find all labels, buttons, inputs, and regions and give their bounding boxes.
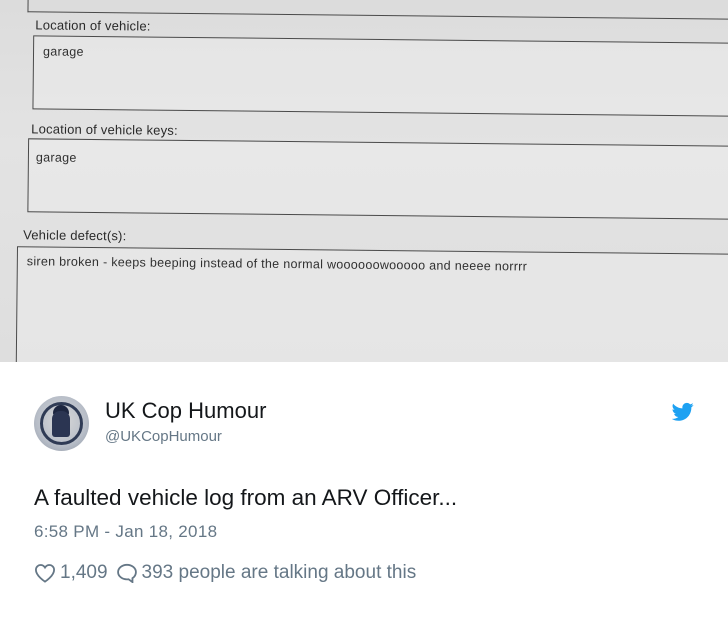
tweet-card: UK Cop Humour @UKCopHumour A faulted veh… — [0, 362, 728, 617]
talking-count-text[interactable]: 393 people are talking about this — [142, 562, 417, 584]
location-label: Location of vehicle: — [35, 17, 151, 34]
engagement-row: 1,409 393 people are talking about this — [34, 561, 416, 585]
tweet-text: A faulted vehicle log from an ARV Office… — [34, 485, 458, 510]
keys-label: Location of vehicle keys: — [31, 121, 178, 138]
twitter-bird-icon[interactable] — [672, 402, 694, 422]
heart-icon[interactable] — [34, 563, 56, 583]
form-top-box — [27, 0, 728, 21]
defects-label: Vehicle defect(s): — [23, 227, 127, 244]
location-box — [32, 35, 728, 117]
tweet-timestamp[interactable]: 6:58 PM - Jan 18, 2018 — [34, 522, 217, 542]
user-handle[interactable]: @UKCopHumour — [105, 428, 222, 445]
display-name[interactable]: UK Cop Humour — [105, 398, 266, 424]
keys-value: garage — [35, 150, 77, 165]
keys-box — [27, 138, 728, 221]
paper-form: Location of vehicle: garage Location of … — [0, 0, 728, 362]
like-count[interactable]: 1,409 — [60, 562, 108, 584]
avatar[interactable] — [34, 396, 89, 451]
speech-bubble-icon[interactable] — [116, 563, 138, 583]
form-photo: Location of vehicle: garage Location of … — [0, 0, 728, 362]
location-value: garage — [42, 44, 84, 59]
